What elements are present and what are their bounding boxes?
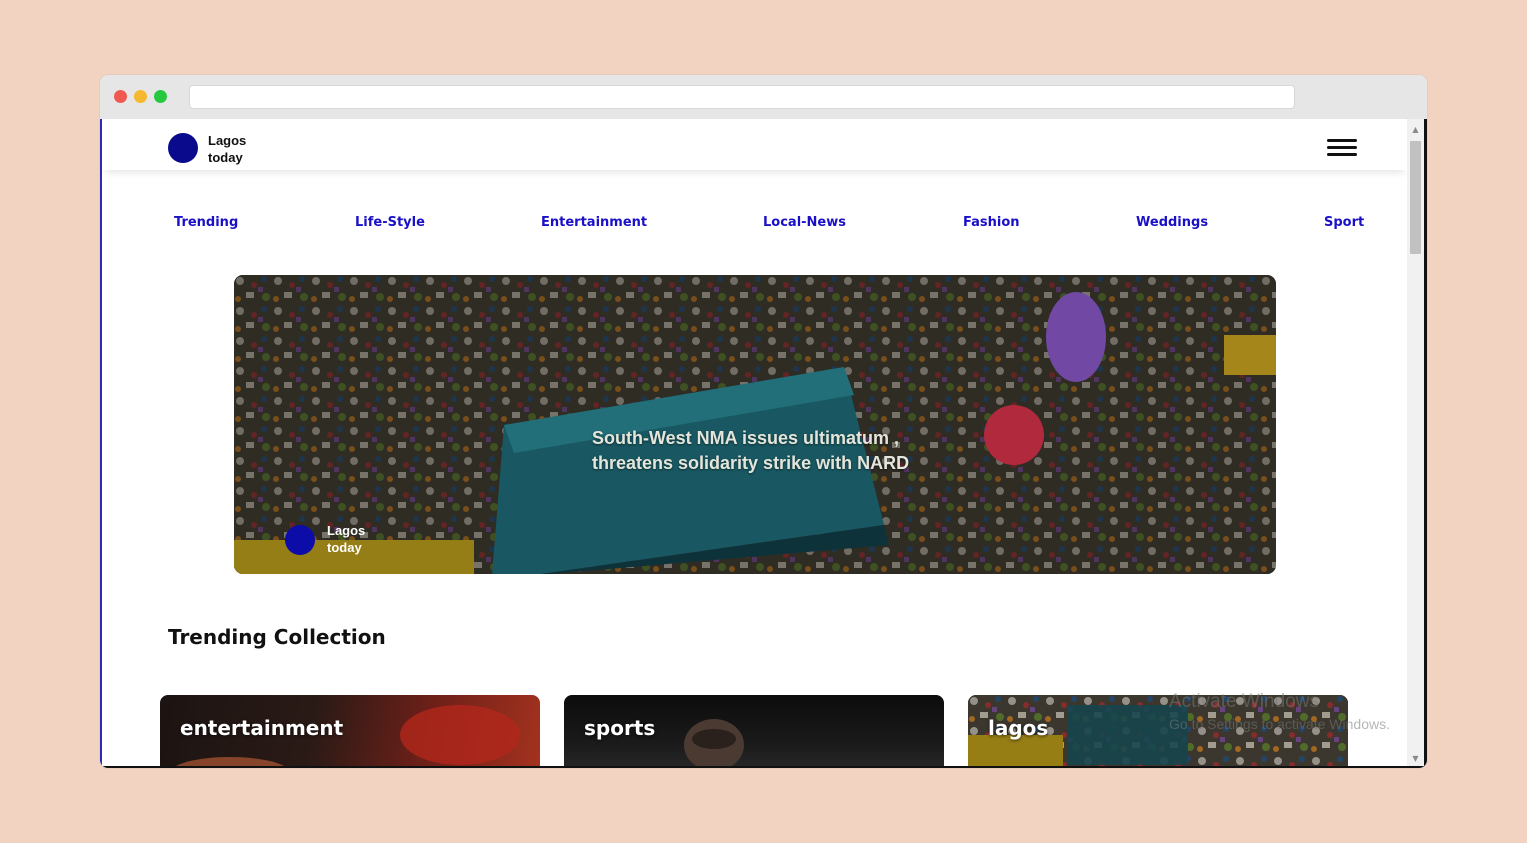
chevron-up-icon[interactable]: ▲	[1407, 123, 1424, 137]
nav-link-weddings[interactable]: Weddings	[1136, 215, 1208, 230]
scrollbar-thumb[interactable]	[1410, 141, 1421, 254]
logo-line2: today	[208, 150, 243, 165]
vertical-scrollbar[interactable]: ▲ ▼	[1407, 119, 1424, 766]
logo-line1: Lagos	[208, 133, 247, 148]
watermark-line1: Activate Windows	[1169, 691, 1319, 712]
nav-link-life-style[interactable]: Life-Style	[355, 215, 425, 230]
minimize-window-button[interactable]	[134, 90, 147, 103]
hamburger-icon[interactable]	[1327, 139, 1357, 157]
page-viewport: Lagos today Trending Life-Style Entertai…	[100, 119, 1427, 768]
close-window-button[interactable]	[114, 90, 127, 103]
card-sports-label: sports	[584, 716, 656, 740]
browser-window: Lagos today Trending Life-Style Entertai…	[100, 75, 1427, 768]
hero-market-image	[234, 275, 1276, 574]
hero-source-badge: Lagos today	[327, 522, 387, 556]
card-entertainment[interactable]: entertainment	[160, 695, 540, 766]
hero-headline-line2: threatens solidarity strike with NARD	[592, 453, 910, 473]
category-nav: Trending Life-Style Entertainment Local-…	[174, 215, 1366, 235]
chevron-down-icon[interactable]: ▼	[1407, 752, 1424, 766]
site-header: Lagos today	[102, 124, 1408, 170]
card-sports[interactable]: sports	[564, 695, 944, 766]
nav-link-fashion[interactable]: Fashion	[963, 215, 1020, 230]
nav-link-entertainment[interactable]: Entertainment	[541, 215, 647, 230]
hero-badge-line2: today	[327, 540, 362, 555]
site-logo-text[interactable]: Lagos today	[208, 132, 268, 166]
hero-logo-circle	[285, 525, 315, 555]
browser-titlebar	[100, 75, 1427, 119]
address-bar[interactable]	[189, 85, 1295, 109]
trending-collection-heading: Trending Collection	[168, 625, 386, 649]
nav-link-sport[interactable]: Sport	[1324, 215, 1364, 230]
hero-headline-line1: South-West NMA issues ultimatum ,	[592, 428, 900, 448]
watermark-line2: Go to Settings to activate Windows.	[1169, 716, 1390, 732]
card-entertainment-label: entertainment	[180, 716, 344, 740]
logo-circle[interactable]	[168, 133, 198, 163]
card-lagos-label: lagos	[988, 716, 1049, 740]
hero-badge-line1: Lagos	[327, 523, 366, 538]
hero-banner[interactable]: South-West NMA issues ultimatum , threat…	[234, 275, 1276, 574]
nav-link-trending[interactable]: Trending	[174, 215, 238, 230]
nav-link-local-news[interactable]: Local-News	[763, 215, 846, 230]
maximize-window-button[interactable]	[154, 90, 167, 103]
hero-headline[interactable]: South-West NMA issues ultimatum , threat…	[592, 426, 952, 476]
activate-windows-watermark: Activate Windows Go to Settings to activ…	[1169, 690, 1390, 734]
